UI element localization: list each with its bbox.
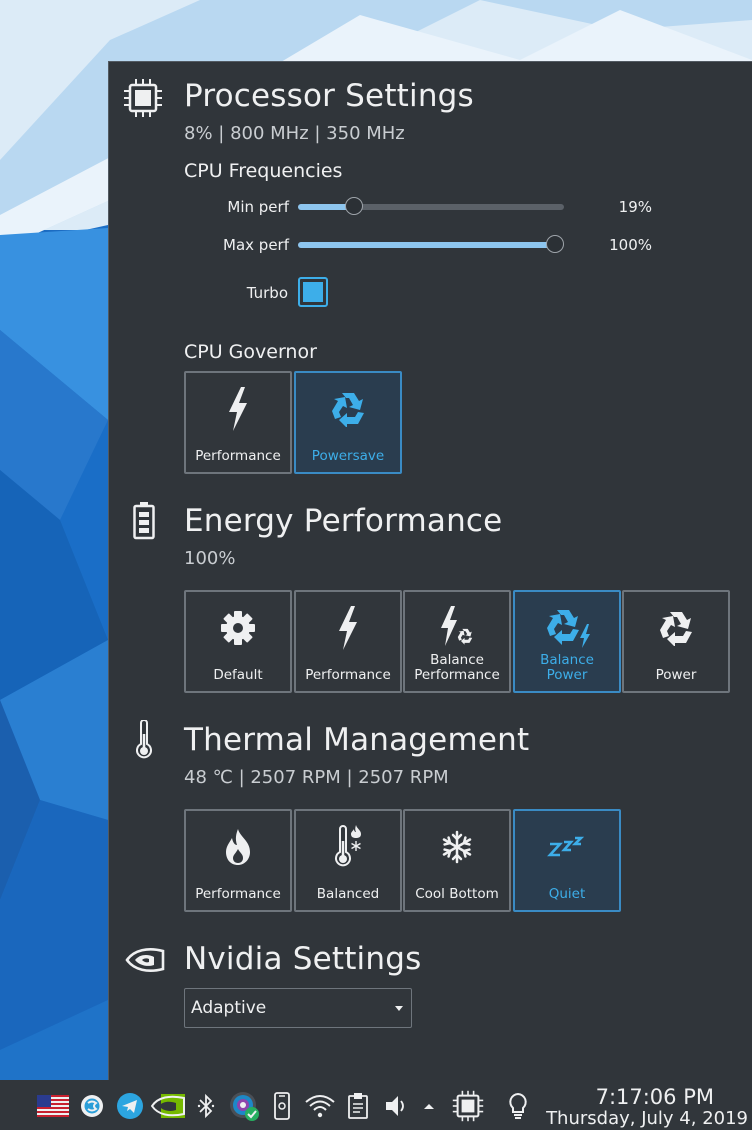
energy-default-button[interactable]: Default — [184, 590, 292, 693]
thermal-subtitle: 48 ℃ | 2507 RPM | 2507 RPM — [184, 767, 449, 788]
energy-balance-power-button[interactable]: Balance Power — [513, 590, 621, 693]
thermal-performance-button[interactable]: Performance — [184, 809, 292, 912]
governor-powersave-button[interactable]: Powersave — [294, 371, 402, 474]
thermometer-icon — [136, 720, 152, 759]
gear-icon — [186, 600, 290, 656]
min-perf-handle[interactable] — [345, 197, 364, 215]
energy-title: Energy Performance — [184, 503, 503, 539]
recycle-icon — [624, 600, 728, 656]
min-perf-slider[interactable] — [298, 197, 564, 215]
us-flag-icon[interactable] — [36, 1092, 70, 1120]
turbo-check-mark — [303, 282, 323, 302]
sync-status-icon[interactable] — [227, 1092, 261, 1121]
settings-panel: Processor Settings 8% | 800 MHz | 350 MH… — [108, 61, 752, 1080]
turbo-label: Turbo — [246, 284, 288, 302]
energy-performance-label: Performance — [305, 667, 391, 683]
max-perf-value: 100% — [609, 236, 652, 254]
recycle-lightning-icon — [515, 600, 619, 656]
nvidia-mode-value: Adaptive — [191, 998, 267, 1018]
cpu-frequencies-label: CPU Frequencies — [184, 160, 343, 182]
energy-subtitle: 100% — [184, 548, 236, 569]
volume-icon[interactable] — [381, 1092, 411, 1120]
thermal-cool-bottom-label: Cool Bottom — [415, 886, 499, 902]
thermal-quiet-button[interactable]: Quiet — [513, 809, 621, 912]
lightning-icon — [186, 381, 290, 437]
cpu-tray-icon[interactable] — [451, 1090, 485, 1122]
sleep-icon — [515, 819, 619, 875]
energy-power-button[interactable]: Power — [622, 590, 730, 693]
nvidia-title: Nvidia Settings — [184, 941, 422, 977]
cpu-icon — [124, 79, 162, 117]
min-perf-value: 19% — [618, 198, 652, 216]
expand-tray-icon[interactable] — [420, 1092, 438, 1120]
clock-date[interactable]: Thursday, July 4, 2019 — [546, 1108, 748, 1129]
thermal-title: Thermal Management — [184, 722, 530, 758]
processor-title: Processor Settings — [184, 78, 474, 114]
turbo-checkbox[interactable] — [298, 277, 328, 307]
chevron-down-icon — [395, 1006, 403, 1011]
clipboard-icon[interactable] — [344, 1092, 372, 1120]
energy-default-label: Default — [213, 667, 263, 683]
telegram-icon[interactable] — [115, 1092, 145, 1120]
thermal-quiet-label: Quiet — [548, 886, 586, 902]
max-perf-fill — [298, 242, 555, 248]
energy-balance-power-label: Balance Power — [540, 652, 594, 683]
energy-performance-button[interactable]: Performance — [294, 590, 402, 693]
cpu-governor-label: CPU Governor — [184, 341, 317, 363]
clock-time[interactable]: 7:17:06 PM — [596, 1085, 714, 1109]
governor-performance-label: Performance — [195, 448, 281, 464]
phone-connect-icon[interactable] — [270, 1092, 294, 1120]
battery-icon — [133, 502, 155, 540]
lightning-icon — [296, 600, 400, 656]
energy-power-label: Power — [655, 667, 697, 683]
skype-icon[interactable] — [78, 1092, 106, 1120]
thermometer-flame-snow-icon — [296, 819, 400, 875]
governor-powersave-label: Powersave — [311, 448, 385, 464]
max-perf-slider[interactable] — [298, 235, 564, 253]
processor-subtitle: 8% | 800 MHz | 350 MHz — [184, 123, 405, 144]
flame-icon — [186, 819, 290, 875]
nvidia-icon — [125, 948, 165, 972]
nvidia-tray-icon[interactable] — [150, 1092, 186, 1120]
thermal-balanced-button[interactable]: Balanced — [294, 809, 402, 912]
thermal-balanced-label: Balanced — [316, 886, 380, 902]
lightning-recycle-icon — [405, 600, 509, 656]
recycle-icon — [296, 381, 400, 437]
max-perf-handle[interactable] — [546, 235, 564, 253]
max-perf-label: Max perf — [223, 236, 289, 254]
nvidia-mode-dropdown[interactable]: Adaptive — [184, 988, 412, 1028]
governor-performance-button[interactable]: Performance — [184, 371, 292, 474]
energy-balance-performance-label: Balance Performance — [414, 652, 500, 683]
bluetooth-icon[interactable] — [194, 1092, 218, 1120]
energy-balance-performance-button[interactable]: Balance Performance — [403, 590, 511, 693]
snowflake-icon — [405, 819, 509, 875]
thermal-cool-bottom-button[interactable]: Cool Bottom — [403, 809, 511, 912]
wifi-icon[interactable] — [303, 1092, 337, 1120]
lightbulb-icon[interactable] — [505, 1092, 531, 1120]
thermal-performance-label: Performance — [195, 886, 281, 902]
min-perf-label: Min perf — [227, 198, 289, 216]
